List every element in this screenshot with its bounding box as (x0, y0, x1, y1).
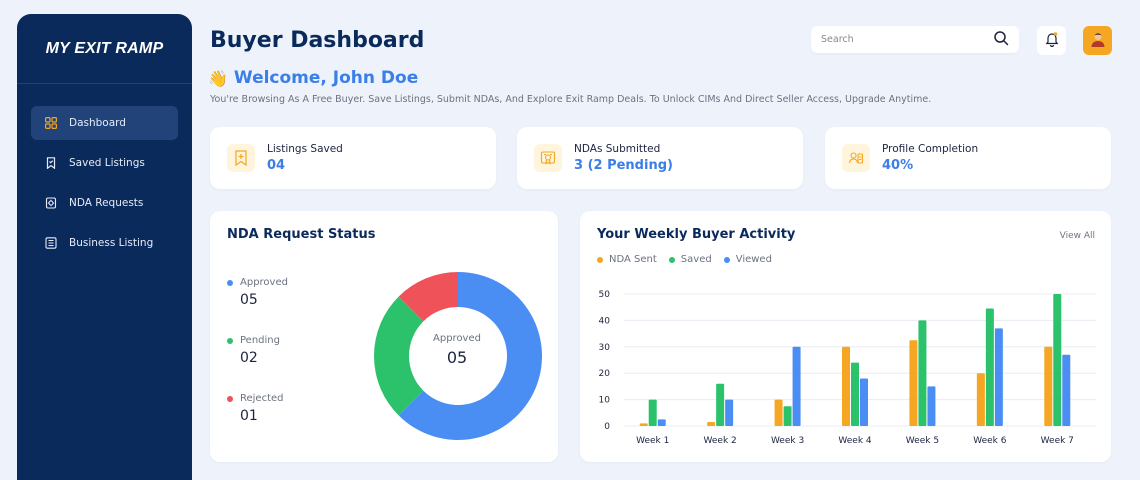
sidebar-item-label: Business Listing (69, 237, 154, 249)
sidebar-item-business-listing[interactable]: Business Listing (31, 226, 178, 260)
bar-nda-sent[interactable] (1044, 346, 1053, 426)
bar-saved[interactable] (716, 383, 725, 426)
weekly-activity-card: Your Weekly Buyer Activity View All NDA … (580, 211, 1111, 462)
bell-icon (1045, 31, 1059, 51)
bar-saved[interactable] (648, 399, 657, 426)
bookmark-icon (45, 157, 57, 169)
bar-nda-sent[interactable] (909, 340, 918, 426)
welcome-subtitle: You're Browsing As A Free Buyer. Save Li… (210, 94, 932, 105)
bar-saved[interactable] (1053, 294, 1062, 426)
search-icon[interactable] (993, 30, 1009, 50)
search-input[interactable] (821, 34, 971, 45)
stat-card-listings-saved[interactable]: Listings Saved 04 (210, 127, 496, 189)
x-tick-label: Week 3 (771, 436, 804, 446)
bar-saved[interactable] (851, 362, 859, 426)
y-tick-label: 10 (599, 396, 611, 406)
bar-nda-sent[interactable] (707, 422, 716, 426)
y-tick-label: 40 (599, 316, 611, 326)
sidebar-item-nda-requests[interactable]: NDA Requests (31, 186, 178, 220)
y-tick-label: 50 (599, 290, 611, 300)
notifications-button[interactable] (1037, 26, 1066, 55)
bar-viewed[interactable] (1062, 354, 1071, 426)
stat-value: 40% (882, 158, 914, 173)
x-tick-label: Week 4 (838, 436, 872, 446)
welcome-heading: 👋 Welcome, John Doe (208, 68, 418, 88)
y-tick-label: 0 (604, 422, 610, 432)
donut-center-value: 05 (446, 348, 468, 367)
x-tick-label: Week 5 (906, 436, 939, 446)
page-title: Buyer Dashboard (210, 28, 425, 53)
welcome-text: Welcome, John Doe (233, 68, 419, 88)
bar-viewed[interactable] (927, 386, 936, 426)
sidebar: MY EXIT RAMP Dashboard Saved Listings ND… (17, 14, 192, 480)
user-avatar-icon (1089, 30, 1107, 52)
x-tick-label: Week 6 (973, 436, 1007, 446)
bar-saved[interactable] (918, 320, 927, 426)
avatar[interactable] (1083, 26, 1112, 55)
stat-label: Profile Completion (882, 143, 979, 155)
sidebar-item-label: NDA Requests (69, 197, 144, 209)
logo-text: MY EXIT RAMP (45, 39, 164, 57)
sidebar-item-dashboard[interactable]: Dashboard (31, 106, 178, 140)
id-card-icon (842, 144, 870, 172)
stat-card-ndas-submitted[interactable]: NDAs Submitted 3 (2 Pending) (517, 127, 803, 189)
bookmark-plus-icon (227, 144, 255, 172)
stat-value: 04 (267, 158, 286, 173)
stat-label: NDAs Submitted (574, 143, 661, 155)
search-bar[interactable] (811, 26, 1019, 53)
stat-card-profile-completion[interactable]: Profile Completion 40% (825, 127, 1111, 189)
bar-nda-sent[interactable] (639, 423, 648, 426)
sidebar-item-label: Saved Listings (69, 157, 145, 169)
certificate-icon (534, 144, 562, 172)
sidebar-nav: Dashboard Saved Listings NDA Requests Bu… (17, 84, 192, 260)
waving-hand-icon: 👋 (208, 68, 228, 88)
bar-saved[interactable] (783, 406, 792, 426)
grid-icon (45, 117, 57, 129)
stat-label: Listings Saved (267, 143, 343, 155)
nda-status-card: NDA Request Status Approved 05 Pending 0… (210, 211, 558, 462)
x-tick-label: Week 2 (704, 436, 737, 446)
bar-viewed[interactable] (657, 419, 666, 426)
donut-center-label: Approved (433, 333, 481, 344)
logo[interactable]: MY EXIT RAMP (17, 14, 192, 84)
x-tick-label: Week 7 (1041, 436, 1074, 446)
sidebar-item-label: Dashboard (69, 117, 126, 129)
bar-viewed[interactable] (994, 328, 1003, 426)
list-icon (45, 237, 57, 249)
bar-nda-sent[interactable] (774, 399, 783, 426)
bar-chart: 0 10 20 30 40 50 Week 1 Week 2 Week 3 Week 4 Week … (599, 290, 1096, 446)
bar-saved[interactable] (985, 308, 994, 426)
bar-nda-sent[interactable] (976, 373, 985, 426)
donut-center: Approved 05 (407, 333, 507, 367)
document-gear-icon (45, 197, 57, 209)
bar-viewed[interactable] (792, 346, 801, 426)
bar-nda-sent[interactable] (842, 346, 850, 426)
sidebar-item-saved-listings[interactable]: Saved Listings (31, 146, 178, 180)
y-tick-label: 30 (599, 343, 611, 353)
bar-viewed[interactable] (860, 378, 868, 426)
y-tick-label: 20 (599, 369, 611, 379)
bar-viewed[interactable] (725, 399, 734, 426)
stat-value: 3 (2 Pending) (574, 158, 673, 173)
x-tick-label: Week 1 (636, 436, 669, 446)
